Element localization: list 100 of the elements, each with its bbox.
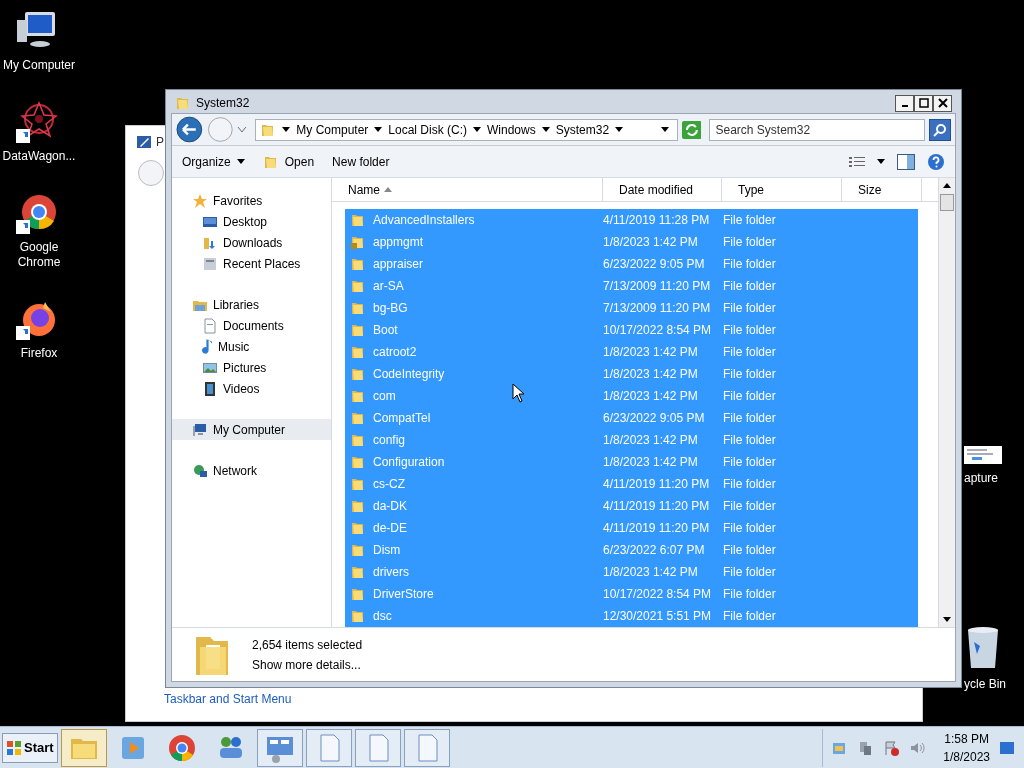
sidebar-item[interactable]: My Computer <box>172 419 331 440</box>
date-cell-text: 6/23/2022 9:05 PM <box>603 256 706 273</box>
scroll-thumb[interactable] <box>940 194 954 211</box>
sidebar-item[interactable]: Music <box>172 336 331 357</box>
sidebar-item[interactable]: Desktop <box>172 211 331 232</box>
type-cell-text: File folder <box>723 432 777 449</box>
sidebar-item[interactable]: Favorites <box>172 190 331 211</box>
clock-time[interactable]: 1:58 PM <box>944 729 989 748</box>
column-header[interactable]: Name <box>332 178 603 201</box>
breadcrumb-item[interactable]: System32 <box>555 120 610 139</box>
file-name: Dism <box>373 542 401 559</box>
new-folder-button[interactable]: New folder <box>332 152 390 171</box>
type-cell-text: File folder <box>723 476 777 493</box>
window-title: System32 <box>196 95 250 112</box>
file-name: AdvancedInstallers <box>373 212 475 229</box>
file-name: CodeIntegrity <box>373 366 445 383</box>
date-cell-text: 6/23/2022 6:07 PM <box>603 542 706 559</box>
caret-icon <box>236 159 245 164</box>
start-button[interactable]: Start <box>2 732 58 763</box>
caret-icon[interactable] <box>473 126 481 133</box>
desktop-icon-label: ycle Bin <box>964 676 1007 693</box>
date-cell-text: 10/17/2022 8:54 PM <box>603 586 713 603</box>
scrollbar[interactable] <box>938 178 955 627</box>
file-name: da-DK <box>373 498 407 515</box>
date-cell-text: 6/23/2022 9:05 PM <box>603 410 706 427</box>
search-input[interactable]: Search System32 <box>715 120 920 139</box>
taskbar-button[interactable] <box>256 728 303 767</box>
sidebar-item[interactable]: Recent Places <box>172 253 331 274</box>
help-icon[interactable] <box>927 152 945 171</box>
folder-icon <box>175 95 191 111</box>
search-button[interactable] <box>929 118 951 141</box>
breadcrumb-item[interactable]: Local Disk (C:) <box>388 120 467 139</box>
window-title: P <box>156 134 164 151</box>
date-cell-text: 4/11/2019 11:28 PM <box>603 212 711 229</box>
date-cell-text: 1/8/2023 1:42 PM <box>603 366 699 383</box>
breadcrumb-item[interactable]: My Computer <box>296 120 369 139</box>
type-cell-text: File folder <box>723 344 777 361</box>
sidebar-item[interactable]: Documents <box>172 315 331 336</box>
screenshot-thumbnail-icon[interactable] <box>964 446 1002 464</box>
network-icon <box>192 462 208 479</box>
caret-icon[interactable] <box>374 126 383 133</box>
type-cell-text: File folder <box>723 278 777 295</box>
music-icon <box>202 338 213 355</box>
sidebar-item[interactable]: Pictures <box>172 357 331 378</box>
desktop-icon-label: My Computer <box>2 58 76 73</box>
sidebar-item[interactable]: Videos <box>172 378 331 399</box>
details-link[interactable]: Show more details... <box>252 655 363 674</box>
column-header[interactable]: Type <box>722 178 842 201</box>
sidebar-item[interactable]: Libraries <box>172 294 331 315</box>
network-icon[interactable] <box>857 739 874 756</box>
taskbar-link[interactable]: Taskbar and Start Menu <box>164 690 292 708</box>
flag-icon[interactable] <box>883 739 900 756</box>
file-name: catroot2 <box>373 344 417 361</box>
search-icon <box>933 122 948 137</box>
caret-icon[interactable] <box>615 126 624 133</box>
open-button[interactable]: Open <box>262 152 315 171</box>
file-name: CompatTel <box>373 410 431 427</box>
file-name: cs-CZ <box>373 476 405 493</box>
date-cell-text: 1/8/2023 1:42 PM <box>603 388 699 405</box>
type-cell-text: File folder <box>723 212 777 229</box>
type-cell-text: File folder <box>723 454 777 471</box>
date-cell-text: 1/8/2023 1:42 PM <box>603 432 699 449</box>
close-icon <box>937 98 948 108</box>
date-cell-text: 4/11/2019 11:20 PM <box>603 520 711 537</box>
desktop-icon-label: DataWagon... <box>1 149 77 164</box>
desktop-icon-label: Firefox <box>19 346 59 361</box>
type-cell-text: File folder <box>723 520 777 537</box>
maximize-button[interactable] <box>914 94 933 112</box>
desktop-icon-label: apture <box>964 470 999 487</box>
type-cell-text: File folder <box>723 608 777 625</box>
cursor-icon <box>512 383 524 403</box>
documents-icon <box>202 317 218 334</box>
date-cell-text: 7/13/2009 11:20 PM <box>603 278 712 295</box>
type-cell-text: File folder <box>723 322 777 339</box>
address-bar[interactable]: My Computer Local Disk (C:) Windows System32 <box>255 118 678 141</box>
type-cell-text: File folder <box>723 410 777 427</box>
close-button[interactable] <box>933 94 952 112</box>
refresh-icon[interactable] <box>681 120 702 139</box>
minimize-button[interactable] <box>895 94 914 112</box>
sidebar-item[interactable]: Downloads <box>172 232 331 253</box>
show-desktop-icon[interactable] <box>1000 741 1014 754</box>
caret-icon[interactable] <box>541 126 550 133</box>
caret-icon[interactable] <box>282 126 291 133</box>
preview-pane-icon[interactable] <box>897 153 915 170</box>
organize-menu[interactable]: Organize <box>182 152 245 171</box>
view-options-icon[interactable] <box>849 155 865 168</box>
clock-date[interactable]: 1/8/2023 <box>943 747 990 766</box>
file-name: Boot <box>373 322 398 339</box>
column-header[interactable]: Date modified <box>603 178 722 201</box>
date-cell-text: 4/11/2019 11:20 PM <box>603 476 711 493</box>
computer-icon <box>192 421 208 438</box>
breadcrumb-item[interactable]: Windows <box>487 120 536 139</box>
type-cell-text: File folder <box>723 234 777 251</box>
column-header[interactable]: Size <box>842 178 922 201</box>
sidebar-item[interactable]: Network <box>172 460 331 481</box>
search-field[interactable]: Search System32 <box>709 118 926 141</box>
date-cell-text: 12/30/2021 5:51 PM <box>603 608 713 625</box>
caret-icon[interactable] <box>660 126 669 133</box>
caret-icon[interactable] <box>877 159 885 164</box>
file-name: drivers <box>373 564 409 581</box>
